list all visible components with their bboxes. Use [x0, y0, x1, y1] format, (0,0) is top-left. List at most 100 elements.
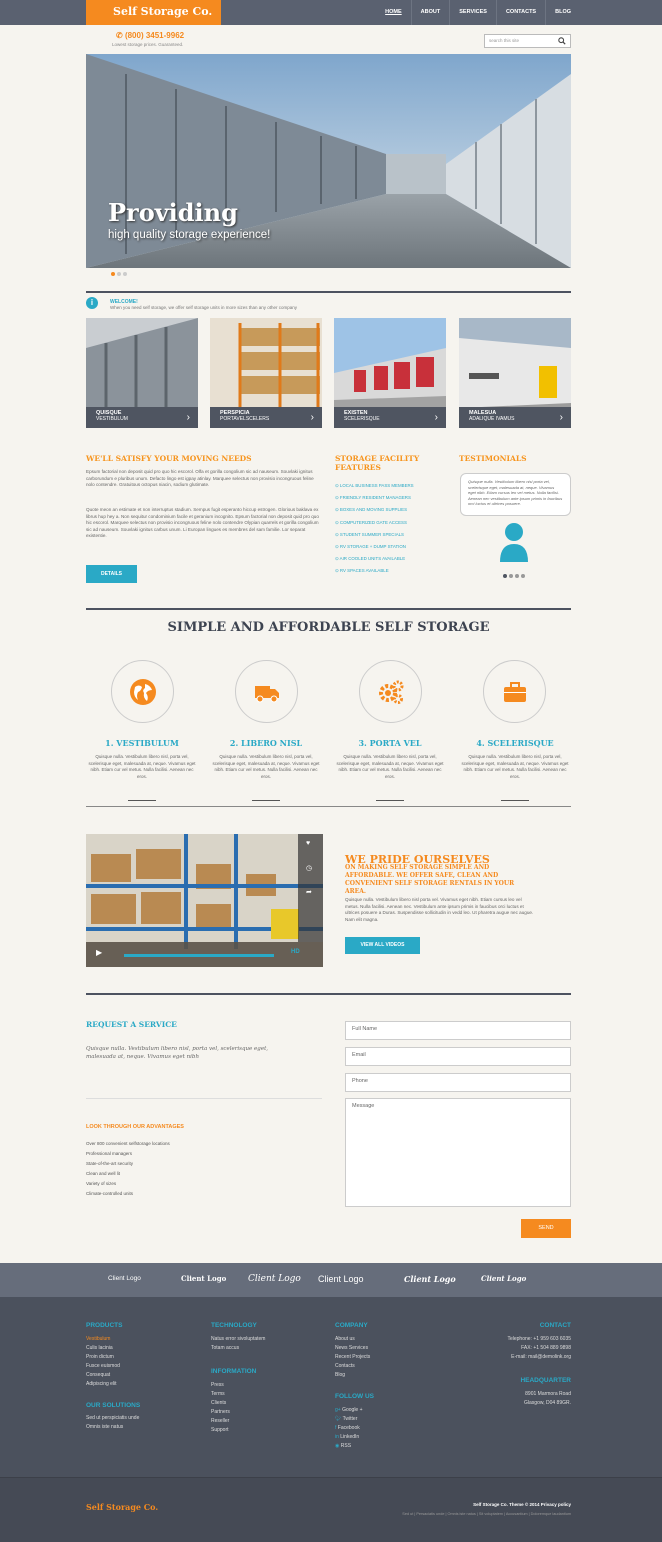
footer-link[interactable]: Blog — [335, 1371, 370, 1380]
request-title: REQUEST A SERVICE — [86, 1020, 177, 1029]
footer-logo[interactable]: Self Storage Co. — [86, 1502, 158, 1512]
tile-caption: EXISTEN SCELERISQUE — [334, 407, 446, 428]
footer-link[interactable]: Vestibulum — [86, 1335, 120, 1344]
feature-tile[interactable]: PERSPICIA PORTAVELSCELERS › — [210, 318, 322, 428]
footer-link[interactable]: Proin dictum — [86, 1353, 120, 1362]
facebook-link[interactable]: f Facebook — [335, 1424, 363, 1433]
client-logo[interactable]: Client Logo — [248, 1274, 301, 1284]
testimonial-dot[interactable] — [503, 574, 507, 578]
suitcase-icon — [504, 682, 526, 702]
client-logo[interactable]: Client Logo — [181, 1274, 226, 1283]
feature-item: ⊙ FRIENDLY RESIDENT MANAGERS — [335, 495, 411, 501]
slider-dot[interactable] — [111, 272, 115, 276]
share-icon[interactable]: ➦ — [306, 888, 312, 896]
heart-icon[interactable]: ♥ — [306, 840, 310, 847]
footer-link[interactable]: Fusce euismod — [86, 1362, 120, 1371]
advantage-item: Over 800 convenient selfstorage location… — [86, 1141, 170, 1146]
footer-link[interactable]: Terms — [211, 1390, 230, 1399]
testimonial-quote: Quisque nulla. Vestibulum libero nisl po… — [460, 473, 571, 516]
address-line: 8901 Marmora Road — [525, 1391, 571, 1397]
footer-link[interactable]: Adipiscing elit — [86, 1380, 120, 1389]
feature-item: ⊙ RV STORAGE + DUMP STATION — [335, 544, 406, 550]
info-list: Press Terms Clients Partners Reseller Su… — [211, 1381, 230, 1435]
nav-services[interactable]: SERVICES — [449, 0, 496, 25]
feature-tile[interactable]: QUISQUE VESTIBULUM › — [86, 318, 198, 428]
divider — [86, 993, 571, 995]
satisfy-text-2: Quote meon an estimate et non interruptu… — [86, 507, 319, 538]
testimonial-dot[interactable] — [521, 574, 525, 578]
footer-link[interactable]: Culis lacinia — [86, 1344, 120, 1353]
chevron-right-icon[interactable]: › — [187, 412, 190, 423]
linkedin-link[interactable]: in LinkedIn — [335, 1433, 363, 1442]
client-logo[interactable]: Client Logo — [318, 1274, 364, 1284]
footer-link[interactable]: Support — [211, 1426, 230, 1435]
feature-item: ⊙ LOCAL BUSINESS PASS MEMBERS — [335, 483, 414, 488]
service-text: Quisque nulla. Vestibulum libero nisl, p… — [461, 754, 569, 779]
slider-dot[interactable] — [117, 272, 121, 276]
play-icon[interactable]: ▶ — [96, 948, 102, 957]
clock-icon[interactable]: ◷ — [306, 864, 312, 872]
footer-link[interactable]: Recent Projects — [335, 1353, 370, 1362]
footer-link[interactable]: News Services — [335, 1344, 370, 1353]
footer-link[interactable]: Consequat — [86, 1371, 120, 1380]
divider — [86, 291, 571, 293]
footer-link[interactable]: Contacts — [335, 1362, 370, 1371]
message-field[interactable]: Message — [345, 1098, 571, 1207]
email[interactable]: E-mail: mail@demolink.org — [507, 1353, 571, 1362]
details-button[interactable]: DETAILS — [86, 565, 137, 583]
feature-tile[interactable]: MALESUA ADALIQUE IVAMUS › — [459, 318, 571, 428]
search-icon[interactable] — [558, 37, 566, 45]
client-logo[interactable]: Client Logo — [404, 1274, 456, 1284]
footer-link[interactable]: Press — [211, 1381, 230, 1390]
email-field[interactable]: Email — [345, 1047, 571, 1066]
nav-home[interactable]: HOME — [376, 0, 411, 25]
truck-icon — [255, 686, 279, 703]
video-progress[interactable] — [124, 954, 274, 957]
products-list: Vestibulum Culis lacinia Proin dictum Fu… — [86, 1335, 120, 1389]
solutions-list: Sed ut perspiciatis unde Omnis iste natu… — [86, 1414, 139, 1432]
phone-field[interactable]: Phone — [345, 1073, 571, 1092]
nav-blog[interactable]: BLOG — [545, 0, 580, 25]
chevron-right-icon[interactable]: › — [435, 412, 438, 423]
twitter-link[interactable]: 🐦︎ Twitter — [335, 1415, 363, 1424]
view-all-videos-button[interactable]: VIEW ALL VIDEOS — [345, 937, 420, 954]
footer-link[interactable]: About us — [335, 1335, 370, 1344]
footer-heading: CONTACT — [539, 1322, 571, 1329]
full-name-field[interactable]: Full Name — [345, 1021, 571, 1040]
footer-link[interactable]: Clients — [211, 1399, 230, 1408]
footer-link[interactable]: Omnis iste natus — [86, 1423, 139, 1432]
hq-address: 8901 Marmora Road Glasgow, D04 89GR. — [524, 1390, 571, 1408]
slider-dot[interactable] — [123, 272, 127, 276]
client-logo[interactable]: Client Logo — [108, 1275, 141, 1282]
hd-badge[interactable]: HD — [291, 949, 300, 955]
welcome-text: When you need self storage, we offer sel… — [110, 305, 298, 310]
footer-link[interactable]: Partners — [211, 1408, 230, 1417]
divider — [86, 608, 571, 610]
rss-link[interactable]: ◉ RSS — [335, 1442, 363, 1451]
google-plus-link[interactable]: g+ Google + — [335, 1406, 363, 1415]
footer-link[interactable]: Reseller — [211, 1417, 230, 1426]
feature-tile[interactable]: EXISTEN SCELERISQUE › — [334, 318, 446, 428]
footer-link[interactable]: Totam accus — [211, 1344, 265, 1353]
chevron-right-icon[interactable]: › — [311, 412, 314, 423]
footer-link[interactable]: Sed ut perspiciatis unde — [86, 1414, 139, 1423]
chevron-right-icon[interactable]: › — [560, 412, 563, 423]
site-logo[interactable]: Self Storage Co. — [86, 0, 221, 25]
nav-contacts[interactable]: CONTACTS — [495, 0, 545, 25]
company-list: About us News Services Recent Projects C… — [335, 1335, 370, 1380]
footer-links[interactable]: Sed ut | Persaciatis unde | Omnis iste n… — [402, 1512, 571, 1516]
feature-item: ⊙ AIR COOLED UNITS AVAILABLE — [335, 556, 406, 562]
testimonial-dot[interactable] — [509, 574, 513, 578]
features-title: STORAGE FACILITY — [335, 454, 420, 463]
nav-about[interactable]: ABOUT — [410, 0, 450, 25]
tagline: Lowest storage prices. Guaranteed. — [112, 42, 184, 47]
video-player[interactable]: ▶ HD ♥ ◷ ➦ — [86, 834, 323, 967]
tile-caption: MALESUA ADALIQUE IVAMUS — [459, 407, 571, 428]
send-button[interactable]: SEND — [521, 1219, 571, 1238]
footer-link[interactable]: Natus error sivoluptatem — [211, 1335, 265, 1344]
testimonial-dot[interactable] — [515, 574, 519, 578]
advantages-title: LOOK THROUGH OUR ADVANTAGES — [86, 1124, 184, 1130]
client-logo[interactable]: Client Logo — [481, 1274, 526, 1283]
search-input[interactable]: search this site — [484, 34, 571, 48]
section-title: SIMPLE AND AFFORDABLE SELF STORAGE — [167, 620, 490, 635]
